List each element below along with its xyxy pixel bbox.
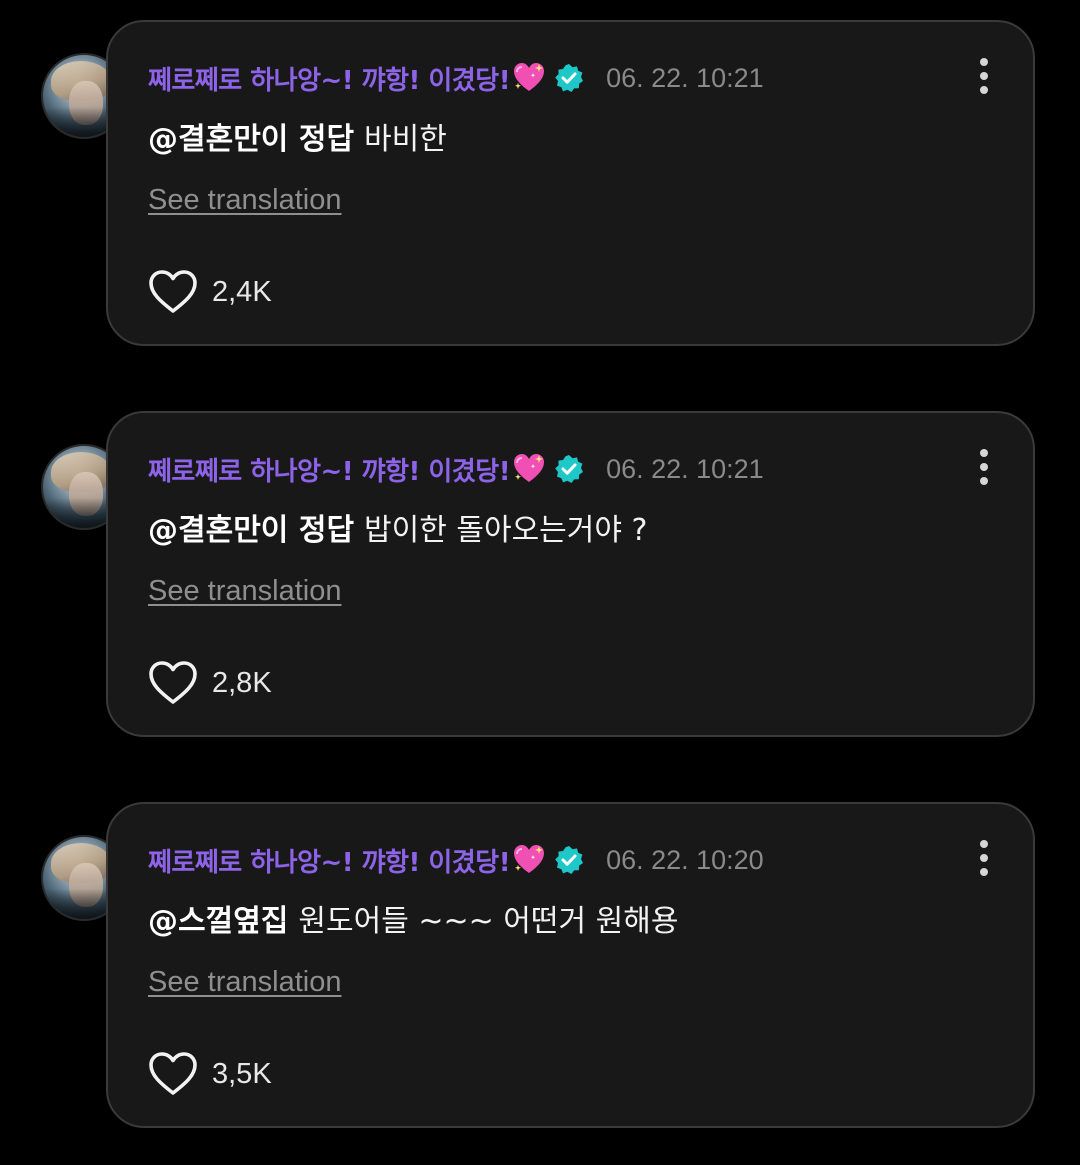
comment-header: 쩨로쩨로 하나앙~! 꺄항! 이겼당! 06. 22. 10:21 bbox=[148, 56, 764, 100]
comment-card: 쩨로쩨로 하나앙~! 꺄항! 이겼당! 06. 22. 10:21 @결혼만이 … bbox=[106, 20, 1035, 346]
see-translation-link[interactable]: See translation bbox=[148, 184, 341, 217]
comment-body: 원도어들 ~~~ 어떤거 원해용 bbox=[298, 904, 679, 939]
like-row: 2,8K bbox=[148, 658, 272, 708]
verified-badge-icon bbox=[555, 64, 584, 92]
timestamp: 06. 22. 10:21 bbox=[606, 62, 764, 93]
heart-outline-icon bbox=[149, 1052, 197, 1095]
comment-text: @결혼만이 정답 바비한 bbox=[148, 114, 447, 158]
like-button[interactable] bbox=[148, 660, 198, 706]
username[interactable]: 쩨로쩨로 하나앙~! 꺄항! 이겼당! bbox=[148, 842, 511, 879]
comment-body: 바비한 bbox=[364, 122, 447, 157]
mention-link[interactable]: @결혼만이 정답 bbox=[148, 122, 354, 157]
sparkling-heart-icon bbox=[514, 63, 545, 91]
username[interactable]: 쩨로쩨로 하나앙~! 꺄항! 이겼당! bbox=[148, 60, 511, 97]
timestamp: 06. 22. 10:20 bbox=[606, 844, 764, 875]
comment-text: @결혼만이 정답 밥이한 돌아오는거야 ? bbox=[148, 505, 647, 549]
like-button[interactable] bbox=[148, 269, 198, 315]
comment-card: 쩨로쩨로 하나앙~! 꺄항! 이겼당! 06. 22. 10:21 @결혼만이 … bbox=[106, 411, 1035, 737]
more-vertical-icon[interactable] bbox=[977, 449, 991, 485]
comment-text: @스껄옆집 원도어들 ~~~ 어떤거 원해용 bbox=[148, 896, 678, 940]
mention-link[interactable]: @스껄옆집 bbox=[148, 904, 288, 939]
sparkling-heart-icon bbox=[514, 454, 545, 482]
like-count: 2,4K bbox=[212, 275, 272, 308]
like-count: 3,5K bbox=[212, 1057, 272, 1090]
comment-item: 쩨로쩨로 하나앙~! 꺄항! 이겼당! 06. 22. 10:21 @결혼만이 … bbox=[0, 411, 1080, 741]
verified-badge-icon bbox=[555, 455, 584, 483]
like-row: 2,4K bbox=[148, 267, 272, 317]
verified-badge-icon bbox=[555, 846, 584, 874]
see-translation-link[interactable]: See translation bbox=[148, 575, 341, 608]
mention-link[interactable]: @결혼만이 정답 bbox=[148, 513, 354, 548]
timestamp: 06. 22. 10:21 bbox=[606, 453, 764, 484]
comment-item: 쩨로쩨로 하나앙~! 꺄항! 이겼당! 06. 22. 10:20 @스껄옆집 원… bbox=[0, 802, 1080, 1132]
like-count: 2,8K bbox=[212, 666, 272, 699]
more-vertical-icon[interactable] bbox=[977, 840, 991, 876]
username[interactable]: 쩨로쩨로 하나앙~! 꺄항! 이겼당! bbox=[148, 451, 511, 488]
like-row: 3,5K bbox=[148, 1049, 272, 1099]
comment-item: 쩨로쩨로 하나앙~! 꺄항! 이겼당! 06. 22. 10:21 @결혼만이 … bbox=[0, 20, 1080, 350]
like-button[interactable] bbox=[148, 1051, 198, 1097]
comment-card: 쩨로쩨로 하나앙~! 꺄항! 이겼당! 06. 22. 10:20 @스껄옆집 원… bbox=[106, 802, 1035, 1128]
comment-body: 밥이한 돌아오는거야 ? bbox=[364, 513, 648, 548]
comment-header: 쩨로쩨로 하나앙~! 꺄항! 이겼당! 06. 22. 10:21 bbox=[148, 447, 764, 491]
heart-outline-icon bbox=[149, 661, 197, 704]
comment-header: 쩨로쩨로 하나앙~! 꺄항! 이겼당! 06. 22. 10:20 bbox=[148, 838, 764, 882]
more-vertical-icon[interactable] bbox=[977, 58, 991, 94]
heart-outline-icon bbox=[149, 270, 197, 313]
sparkling-heart-icon bbox=[514, 845, 545, 873]
comment-feed: 쩨로쩨로 하나앙~! 꺄항! 이겼당! 06. 22. 10:21 @결혼만이 … bbox=[0, 0, 1080, 1165]
see-translation-link[interactable]: See translation bbox=[148, 966, 341, 999]
